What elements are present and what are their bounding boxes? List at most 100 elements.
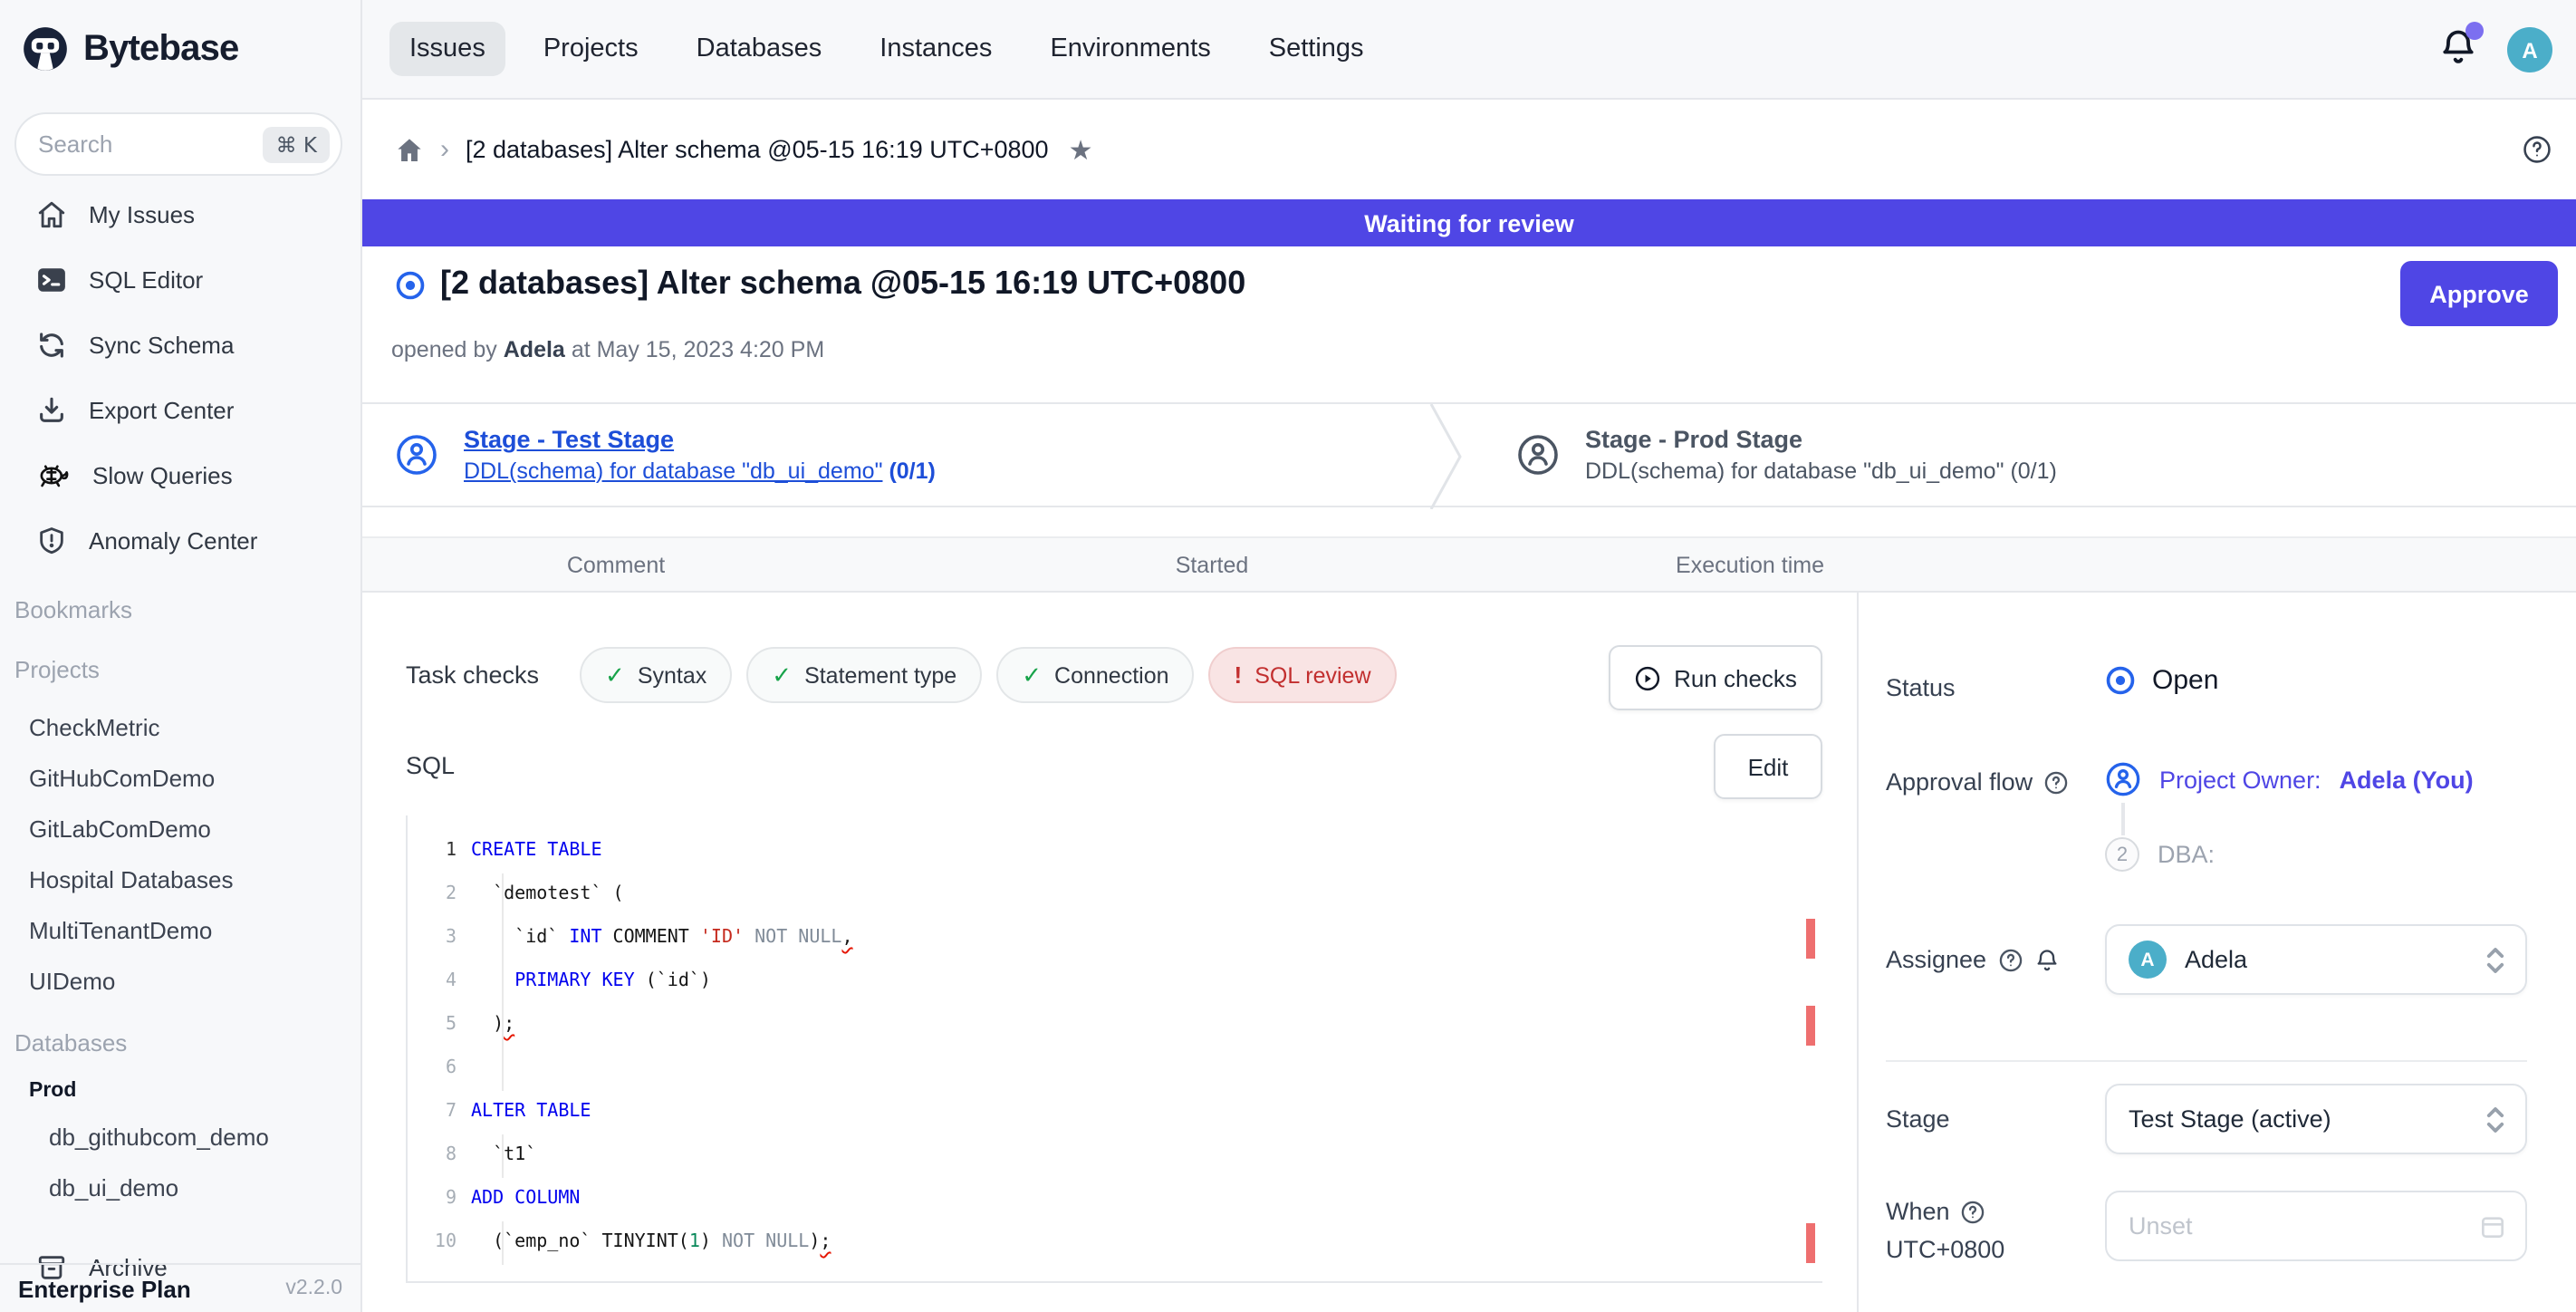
logo[interactable]: Bytebase	[0, 0, 360, 98]
sidebar-item-anomaly-center[interactable]: Anomaly Center	[0, 507, 360, 573]
stage-task-text: DDL(schema) for database "db_ui_demo"	[1585, 458, 2004, 484]
sidebar-project-item[interactable]: UIDemo	[0, 955, 360, 1006]
approval-assignee[interactable]: Adela (You)	[2340, 766, 2474, 793]
stage-task-link[interactable]: DDL(schema) for database "db_ui_demo"	[464, 458, 882, 484]
approve-button[interactable]: Approve	[2400, 261, 2558, 326]
error-marker	[1806, 1006, 1815, 1046]
step-number: 2	[2105, 837, 2139, 872]
sidebar-footer: Enterprise Plan v2.2.0	[0, 1263, 360, 1312]
issue-byline: opened by Adela at May 15, 2023 4:20 PM	[391, 337, 824, 362]
column-header: Execution time	[1676, 553, 1824, 578]
code-line[interactable]: 5 );	[408, 1004, 1822, 1047]
check-label: Statement type	[804, 662, 956, 688]
topbar: Issues Projects Databases Instances Envi…	[362, 0, 2576, 100]
tab-databases[interactable]: Databases	[677, 22, 842, 76]
stage-name[interactable]: Stage - Prod Stage	[1585, 426, 2057, 453]
line-number: 7	[408, 1091, 457, 1134]
breadcrumb-chevron-icon: ›	[440, 134, 449, 165]
code-line[interactable]: 4 PRIMARY KEY (`id`)	[408, 960, 1822, 1004]
tab-settings[interactable]: Settings	[1249, 22, 1384, 76]
sidebar-item-slow-queries[interactable]: Slow Queries	[0, 442, 360, 507]
issue-author[interactable]: Adela	[504, 337, 565, 362]
review-status-banner: Waiting for review	[362, 199, 2576, 246]
tab-projects[interactable]: Projects	[524, 22, 658, 76]
line-number: 5	[408, 1004, 457, 1047]
stage-test[interactable]: Stage - Test Stage DDL(schema) for datab…	[395, 404, 936, 506]
sidebar-item-my-issues[interactable]: My Issues	[0, 181, 360, 246]
code-line[interactable]: 7ALTER TABLE	[408, 1091, 1822, 1134]
search-input[interactable]	[38, 130, 219, 158]
notification-bell-icon[interactable]	[2438, 27, 2482, 71]
sidebar-project-item[interactable]: GitHubComDemo	[0, 752, 360, 803]
line-number: 6	[408, 1047, 457, 1091]
tab-issues[interactable]: Issues	[389, 22, 505, 76]
tab-instances[interactable]: Instances	[860, 22, 1012, 76]
banner-text: Waiting for review	[1364, 209, 1574, 236]
play-circle-icon	[1634, 664, 1661, 691]
check-pass-icon: ✓	[1022, 661, 1042, 690]
stage-task: DDL(schema) for database "db_ui_demo" (0…	[464, 458, 936, 484]
line-number: 9	[408, 1178, 457, 1221]
error-marker	[1806, 1223, 1815, 1263]
assignee-select[interactable]: A Adela	[2105, 924, 2527, 995]
check-label: Syntax	[638, 662, 706, 688]
sidebar-item-export-center[interactable]: Export Center	[0, 377, 360, 442]
breadcrumb-title[interactable]: [2 databases] Alter schema @05-15 16:19 …	[466, 136, 1049, 163]
sidebar-project-item[interactable]: CheckMetric	[0, 701, 360, 752]
stage-select-label: Stage	[1886, 1105, 1950, 1133]
star-icon[interactable]: ★	[1069, 133, 1093, 166]
section-divider	[1886, 1060, 2527, 1062]
tab-environments[interactable]: Environments	[1030, 22, 1230, 76]
line-number: 1	[408, 830, 457, 873]
subscribe-bell-icon[interactable]	[2033, 947, 2059, 972]
sidebar-item-label: SQL Editor	[89, 265, 203, 293]
home-icon[interactable]	[395, 135, 424, 164]
sidebar-project-item[interactable]: Hospital Databases	[0, 854, 360, 904]
approval-step-1[interactable]: Project Owner: Adela (You)	[2105, 761, 2474, 797]
code-line[interactable]: 3 `id` INT COMMENT 'ID' NOT NULL,	[408, 917, 1822, 960]
sidebar-item-sql-editor[interactable]: SQL Editor	[0, 246, 360, 312]
code-line[interactable]: 9ADD COLUMN	[408, 1178, 1822, 1221]
edit-sql-button[interactable]: Edit	[1714, 734, 1822, 799]
sidebar-project-item[interactable]: GitLabComDemo	[0, 803, 360, 854]
sql-code-editor[interactable]: 1CREATE TABLE2 `demotest` (3 `id` INT CO…	[406, 815, 1822, 1283]
section-databases: Databases	[0, 1024, 360, 1060]
column-header: Started	[1176, 553, 1249, 578]
sidebar-project-item[interactable]: MultiTenantDemo	[0, 904, 360, 955]
breadcrumb: › [2 databases] Alter schema @05-15 16:1…	[362, 100, 2576, 199]
stage-name[interactable]: Stage - Test Stage	[464, 426, 936, 453]
help-icon[interactable]	[1961, 1199, 1986, 1224]
sidebar-item-sync-schema[interactable]: Sync Schema	[0, 312, 360, 377]
sidebar-database-item[interactable]: db_githubcom_demo	[0, 1111, 360, 1162]
check-syntax[interactable]: ✓ Syntax	[580, 647, 732, 703]
when-datetime-input[interactable]: Unset	[2105, 1191, 2527, 1261]
help-icon[interactable]	[2522, 134, 2552, 165]
approval-connector	[2121, 803, 2125, 835]
code-line[interactable]: 10 (`emp_no` TINYINT(1) NOT NULL);	[408, 1221, 1822, 1265]
run-checks-button[interactable]: Run checks	[1609, 645, 1822, 710]
help-icon[interactable]	[1997, 947, 2023, 972]
help-icon[interactable]	[2043, 769, 2069, 795]
turtle-icon	[36, 459, 71, 490]
check-statement-type[interactable]: ✓ Statement type	[746, 647, 982, 703]
stage-select[interactable]: Test Stage (active)	[2105, 1084, 2527, 1154]
stage-value: Test Stage (active)	[2129, 1105, 2331, 1133]
check-sql-review[interactable]: ! SQL review	[1209, 647, 1397, 703]
status-text: Open	[2152, 665, 2218, 696]
approval-flow-label: Approval flow	[1886, 768, 2069, 796]
check-connection[interactable]: ✓ Connection	[996, 647, 1194, 703]
line-number: 8	[408, 1134, 457, 1178]
code-line[interactable]: 2 `demotest` (	[408, 873, 1822, 917]
label-text: Approval flow	[1886, 768, 2033, 796]
user-avatar[interactable]: A	[2507, 27, 2552, 72]
code-line[interactable]: 6	[408, 1047, 1822, 1091]
code-line[interactable]: 1CREATE TABLE	[408, 830, 1822, 873]
stage-task: DDL(schema) for database "db_ui_demo" (0…	[1585, 458, 2057, 484]
sidebar-item-label: Slow Queries	[92, 461, 233, 488]
search-box[interactable]: ⌘ K	[14, 112, 342, 176]
code-line[interactable]: 8 `t1`	[408, 1134, 1822, 1178]
sidebar-nav: My Issues SQL Editor Sync Schema Export …	[0, 181, 360, 573]
stage-prod[interactable]: Stage - Prod Stage DDL(schema) for datab…	[1516, 404, 2057, 506]
sidebar-database-item[interactable]: db_ui_demo	[0, 1162, 360, 1212]
open-status-icon	[2105, 665, 2136, 696]
